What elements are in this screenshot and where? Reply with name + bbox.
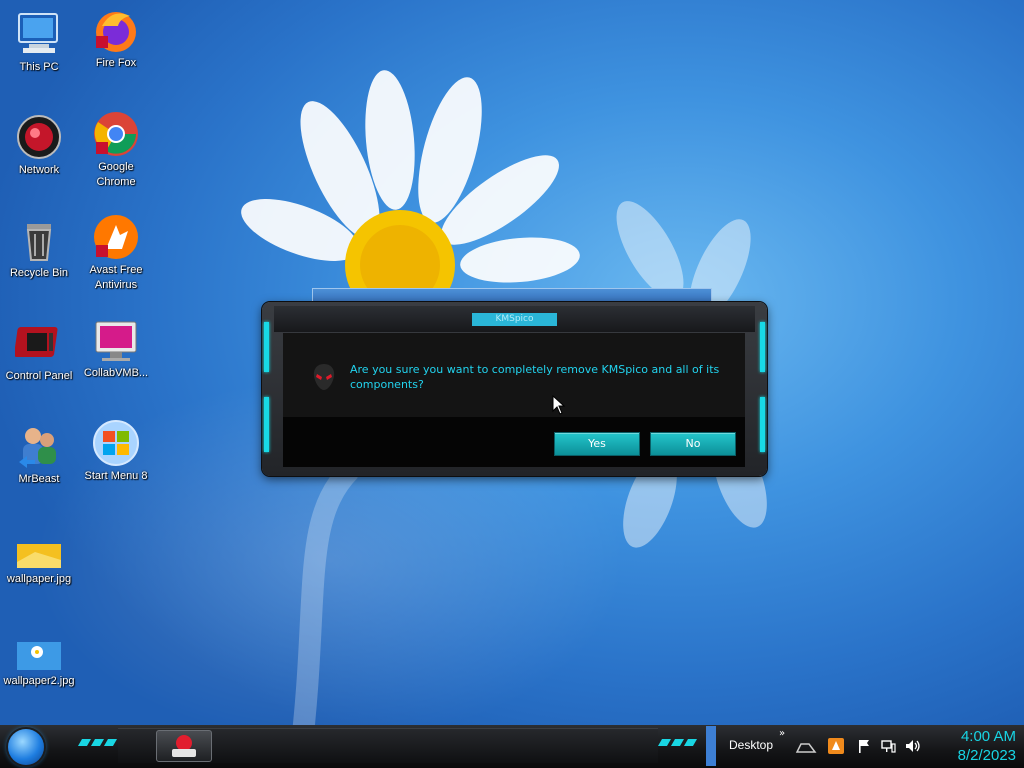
- desktop-icon-collabvm[interactable]: CollabVMB...: [78, 316, 154, 381]
- start-button[interactable]: [8, 729, 44, 765]
- desktop-icon-label: Start Menu 8: [84, 470, 148, 482]
- control-panel-icon: [14, 319, 63, 367]
- clock-time: 4:00 AM: [960, 728, 1016, 745]
- desktop-icon-label: wallpaper.jpg: [6, 573, 72, 585]
- desktop-icon-recycle-bin[interactable]: Recycle Bin: [1, 216, 77, 281]
- firefox-icon: [92, 6, 140, 54]
- action-center-flag-icon[interactable]: [856, 738, 872, 754]
- desktop-icon-label: MrBeast: [18, 473, 60, 485]
- desktop-icon-chrome[interactable]: Google Chrome: [78, 110, 154, 190]
- image-file-icon: [15, 540, 63, 570]
- taskbar-app-kmspico[interactable]: [156, 730, 212, 762]
- volume-icon[interactable]: [904, 738, 920, 754]
- chrome-icon: [92, 110, 140, 158]
- image-file-icon: [15, 640, 63, 672]
- desktop-icon-network[interactable]: Network: [1, 113, 77, 178]
- dialog-title: KMSpico: [472, 313, 557, 326]
- desktop-icon-label: Control Panel: [5, 370, 73, 382]
- desktop-icon-label: Network: [18, 164, 60, 176]
- desktop-icon-wallpaper2[interactable]: wallpaper2.jpg: [1, 640, 77, 689]
- desktop-icon-label: Recycle Bin: [9, 267, 69, 279]
- desktop-icon-start-menu-8[interactable]: Start Menu 8: [78, 419, 154, 484]
- users-icon: [15, 422, 63, 470]
- desktop-icon-firefox[interactable]: Fire Fox: [78, 6, 154, 71]
- frame-light: [264, 397, 269, 452]
- desktop-icon-avast[interactable]: Avast Free Antivirus: [78, 213, 154, 293]
- clock-date: 8/2/2023: [957, 747, 1016, 764]
- network-status-icon[interactable]: [880, 738, 896, 754]
- desktop-icon-label: Google Chrome: [96, 161, 136, 188]
- computer-icon: [15, 10, 63, 58]
- desktop-icon-label: This PC: [19, 61, 59, 73]
- taskbar-clock[interactable]: 4:00 AM 8/2/2023: [930, 727, 1016, 765]
- kmspico-icon: [172, 735, 196, 757]
- desktop-icon-label: Avast Free Antivirus: [89, 264, 143, 291]
- mouse-cursor-icon: [552, 395, 566, 415]
- frame-light: [760, 322, 765, 372]
- desktop-icon-label: CollabVMB...: [83, 367, 149, 379]
- frame-light: [760, 397, 765, 452]
- dialog-message: Are you sure you want to completely remo…: [350, 363, 720, 391]
- desktop-icon-label: wallpaper2.jpg: [3, 675, 75, 687]
- network-icon: [15, 113, 63, 161]
- alienware-logo-icon: [311, 362, 337, 392]
- windows-logo-icon: [92, 419, 140, 467]
- frame-light: [264, 322, 269, 372]
- desktop-toolbar-label[interactable]: Desktop: [729, 738, 773, 752]
- confirm-dialog: KMSpico Are you sure you want to complet…: [262, 288, 767, 476]
- recycle-bin-icon: [15, 216, 63, 264]
- desktop-icon-label: Fire Fox: [95, 57, 137, 69]
- show-desktop-icon[interactable]: [795, 738, 817, 754]
- desktop-icon-this-pc[interactable]: This PC: [1, 10, 77, 75]
- desktop-icon-control-panel[interactable]: Control Panel: [1, 319, 77, 384]
- collabvm-icon: [92, 316, 140, 364]
- yes-button[interactable]: Yes: [554, 432, 640, 456]
- toolbar-overflow-button[interactable]: »: [779, 728, 785, 739]
- no-button[interactable]: No: [650, 432, 736, 456]
- taskbar-scroll[interactable]: [706, 726, 716, 766]
- desktop-icon-mrbeast[interactable]: MrBeast: [1, 422, 77, 487]
- desktop-icon-wallpaper[interactable]: wallpaper.jpg: [1, 540, 77, 587]
- avast-icon: [92, 213, 140, 261]
- tray-app-icon[interactable]: [828, 738, 844, 754]
